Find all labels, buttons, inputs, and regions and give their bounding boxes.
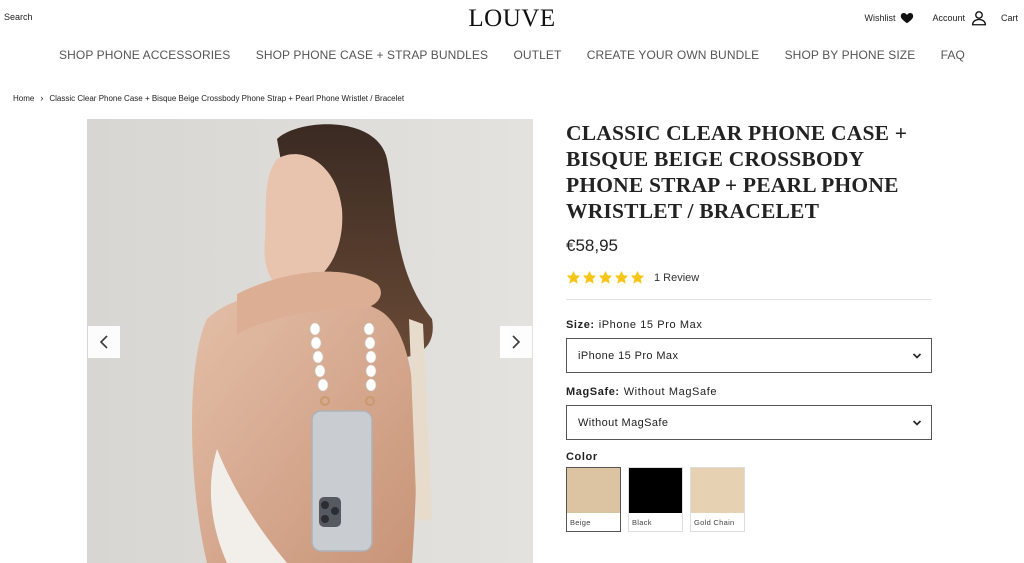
- nav-item-shop-bundles[interactable]: SHOP PHONE CASE + STRAP BUNDLES: [256, 48, 488, 62]
- nav-item-create-bundle[interactable]: CREATE YOUR OWN BUNDLE: [587, 48, 759, 62]
- star-icon: [582, 270, 597, 284]
- color-name: Beige: [570, 518, 591, 527]
- review-count[interactable]: 1 Review: [654, 272, 699, 284]
- color-swatches: Beige Black Gold Chain: [566, 467, 932, 532]
- divider: [566, 299, 932, 300]
- color-swatch-beige[interactable]: Beige: [566, 467, 621, 532]
- nav-item-outlet[interactable]: OUTLET: [513, 48, 561, 62]
- heart-icon[interactable]: [900, 11, 914, 25]
- star-icon: [614, 270, 629, 284]
- header-actions: Wishlist Account Cart: [864, 9, 1018, 27]
- nav-item-faq[interactable]: FAQ: [941, 48, 965, 62]
- site-header: Search LOUVE Wishlist Account Cart: [0, 0, 1024, 38]
- chevron-down-icon: [912, 352, 922, 359]
- color-name: Black: [632, 518, 652, 527]
- chevron-right-icon: [512, 335, 521, 349]
- nav-item-shop-by-size[interactable]: SHOP BY PHONE SIZE: [785, 48, 916, 62]
- product-price: €58,95: [566, 236, 618, 255]
- breadcrumb: Home › Classic Clear Phone Case + Bisque…: [13, 93, 404, 103]
- nav-item-shop-phone-accessories[interactable]: SHOP PHONE ACCESSORIES: [59, 48, 230, 62]
- product-title: CLASSIC CLEAR PHONE CASE + BISQUE BEIGE …: [566, 121, 908, 223]
- star-icon: [630, 270, 645, 284]
- size-select[interactable]: iPhone 15 Pro Max: [566, 338, 932, 373]
- product-rating[interactable]: 1 Review: [566, 270, 932, 285]
- cart-link[interactable]: Cart: [1001, 13, 1018, 23]
- color-name: Gold Chain: [694, 518, 735, 527]
- breadcrumb-home[interactable]: Home: [13, 94, 34, 103]
- size-label-text: Size:: [566, 319, 595, 331]
- chevron-right-icon: ›: [40, 93, 44, 103]
- magsafe-current-value: Without MagSafe: [623, 386, 718, 398]
- star-icon: [566, 270, 581, 284]
- star-icon: [598, 270, 613, 284]
- magsafe-label-text: MagSafe:: [566, 386, 620, 398]
- color-chip: [691, 468, 744, 513]
- wishlist-link[interactable]: Wishlist: [864, 13, 895, 23]
- color-swatch-black[interactable]: Black: [628, 467, 683, 532]
- magsafe-select-value: Without MagSafe: [578, 416, 669, 429]
- logo-text[interactable]: LOUVE: [468, 5, 555, 33]
- color-chip: [567, 468, 620, 513]
- user-icon[interactable]: [970, 9, 988, 27]
- chevron-left-icon: [99, 335, 108, 349]
- rating-stars: [566, 270, 646, 285]
- account-link[interactable]: Account: [932, 13, 965, 23]
- size-label: Size: iPhone 15 Pro Max: [566, 319, 932, 331]
- product-photo: [87, 119, 533, 563]
- gallery-prev-button[interactable]: [88, 326, 120, 358]
- color-swatch-gold-chain[interactable]: Gold Chain: [690, 467, 745, 532]
- product-info: CLASSIC CLEAR PHONE CASE + BISQUE BEIGE …: [566, 120, 932, 532]
- size-current-value: iPhone 15 Pro Max: [598, 319, 703, 331]
- size-select-value: iPhone 15 Pro Max: [578, 349, 679, 362]
- product-image[interactable]: [87, 119, 533, 563]
- gallery-next-button[interactable]: [500, 326, 532, 358]
- breadcrumb-current: Classic Clear Phone Case + Bisque Beige …: [49, 93, 405, 103]
- magsafe-label: MagSafe: Without MagSafe: [566, 386, 932, 398]
- color-chip: [629, 468, 682, 513]
- main-navigation: SHOP PHONE ACCESSORIES SHOP PHONE CASE +…: [0, 48, 1024, 62]
- color-label: Color: [566, 451, 598, 463]
- magsafe-select[interactable]: Without MagSafe: [566, 405, 932, 440]
- chevron-down-icon: [912, 419, 922, 426]
